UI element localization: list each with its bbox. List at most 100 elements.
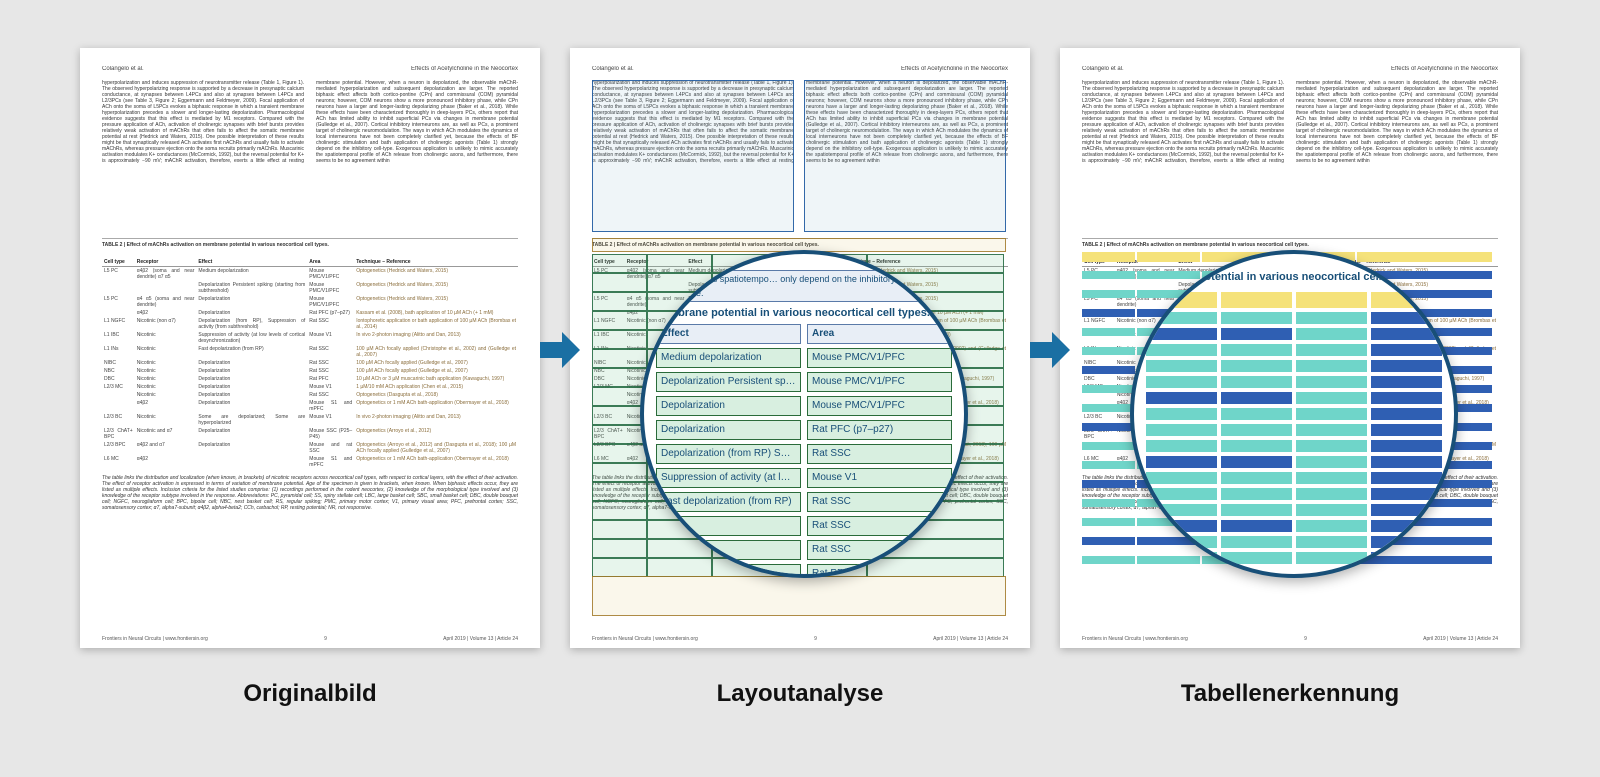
mag-table-cell — [656, 540, 801, 560]
table-row: L1 INsNicotinicFast depolarization (from… — [102, 345, 518, 359]
mag-recognized-cell — [1371, 488, 1442, 500]
mag-recognized-cell — [1146, 520, 1217, 532]
mag-table-cell — [656, 516, 801, 536]
mag-recognized-cell — [1221, 440, 1292, 452]
mag-recognized-cell — [1146, 328, 1217, 340]
mag-recognized-cell — [1146, 408, 1217, 420]
mag-table-cell: Depolarization (from RP) Suppression of … — [656, 444, 801, 464]
magnifier-caption: brane potential in various neocortical c… — [656, 306, 952, 320]
mag-recognized-cell — [1296, 376, 1367, 388]
table-row: L1 NGFCNicotinic (non α7)Depolarization … — [102, 317, 518, 331]
mag-recognized-cell — [1146, 472, 1217, 484]
mag-recognized-cell — [1146, 536, 1217, 548]
table-row: NBCNicotinicDepolarizationRat SSC100 µM … — [102, 367, 518, 375]
mag-recognized-cell — [1221, 408, 1292, 420]
mag-recognized-cell — [1221, 552, 1292, 564]
mag-recognized-cell — [1296, 472, 1367, 484]
table-row: L5 PCα4 α5 (soma and near dendrite)Depol… — [102, 295, 518, 309]
running-head-right: Effects of Acetylcholine in the Neocorte… — [411, 66, 518, 72]
footer-pageno: 9 — [324, 636, 327, 642]
mag-recognized-cell — [1221, 344, 1292, 356]
col-receptor: Receptor — [135, 258, 197, 267]
mag-recognized-cell — [1146, 360, 1217, 372]
mag-table-cell: Mouse PMC/V1/PFC — [807, 372, 952, 392]
mag-recognized-cell — [1371, 440, 1442, 452]
mag-recognized-cell — [1221, 424, 1292, 436]
mag-recognized-cell — [1221, 392, 1292, 404]
magnifier-content: for K+ is spatiotempo… only depend on th… — [644, 254, 964, 574]
table-row: L6 MCα4β2Mouse S1 and mPFCOptogenetics o… — [102, 455, 518, 469]
mag-recognized-cell — [1296, 440, 1367, 452]
mag-recognized-header — [1146, 292, 1217, 308]
mag-recognized-header — [1221, 292, 1292, 308]
mag-table-cell: Mouse PMC/V1/PFC — [807, 396, 952, 416]
mag-header-cell: Area — [807, 324, 952, 344]
magnifier-layout-analysis: for K+ is spatiotempo… only depend on th… — [640, 250, 968, 578]
mag-table-cell: Rat SSC — [807, 444, 952, 464]
mag-table-cell: Rat SSC — [807, 516, 952, 536]
mag-table-cell: Mouse V1 — [807, 468, 952, 488]
mag-overlay-top: for K+ is spatiotempo… only depend on th… — [680, 270, 928, 302]
col-cell-type: Cell type — [102, 258, 135, 267]
mag-table-cell: Fast depolarization (from RP) — [656, 492, 801, 512]
arrow-icon — [1030, 330, 1070, 370]
mag-recognized-cell — [1146, 456, 1217, 468]
mag-recognized-cell — [1296, 392, 1367, 404]
caption-original: Originalbild — [80, 680, 540, 708]
mag-recognized-cell — [1371, 392, 1442, 404]
page-footer: Frontiers in Neural Circuits | www.front… — [102, 636, 518, 642]
table-note: The table links the distribution and loc… — [102, 475, 518, 511]
table-row: Depolarization Persistent spiking (start… — [102, 281, 518, 295]
mag-table-cell: Depolarization — [656, 420, 801, 440]
mag-recognized-header — [1371, 292, 1442, 308]
mag-recognized-cell — [1146, 424, 1217, 436]
mag-recognized-cell — [1221, 488, 1292, 500]
col-technique: Technique – Reference — [354, 258, 518, 267]
mag-recognized-header — [1296, 292, 1367, 308]
table-row: L2/3 BPCα4β2 and α7DepolarizationMouse a… — [102, 441, 518, 455]
mag-recognized-cell — [1221, 472, 1292, 484]
mag-recognized-cell — [1221, 456, 1292, 468]
mag-recognized-cell — [1296, 536, 1367, 548]
mag-recognized-cell — [1221, 376, 1292, 388]
mag-recognized-cell — [1296, 408, 1367, 420]
table-2: Cell type Receptor Effect Area Technique… — [102, 258, 518, 469]
mag-table-cell: Suppression of activity (at low levels o… — [656, 468, 801, 488]
table-row: L1 IBCNicotinicSuppression of activity (… — [102, 331, 518, 345]
mag-header-cell: Effect — [656, 324, 801, 344]
running-head-left: Colangelo et al. — [102, 66, 144, 72]
caption-layout: Layoutanalyse — [570, 680, 1030, 708]
table-row: DBCNicotinicDepolarizationRat PFC10 µM A… — [102, 375, 518, 383]
mag-recognized-cell — [1296, 328, 1367, 340]
mag-recognized-cell — [1371, 328, 1442, 340]
mag-recognized-cell — [1146, 488, 1217, 500]
mag-recognized-cell — [1371, 376, 1442, 388]
col-effect: Effect — [196, 258, 307, 267]
mag-table-cell: Rat PFC (p7–p27) — [807, 420, 952, 440]
mag-recognized-cell — [1371, 552, 1442, 564]
magnifier-table-recognition: rane potential in various neocortical ce… — [1130, 250, 1458, 578]
table-row: α4β2DepolarizationRat PFC (p7–p27)Kassam… — [102, 309, 518, 317]
mag-recognized-cell — [1146, 392, 1217, 404]
arrow-icon — [540, 330, 580, 370]
col-area: Area — [307, 258, 354, 267]
mag-recognized-cell — [1221, 504, 1292, 516]
panel-original-image: Colangelo et al. Effects of Acetylcholin… — [80, 48, 540, 648]
mag-recognized-cell — [1221, 536, 1292, 548]
mag-recognized-cell — [1371, 408, 1442, 420]
mag-recognized-cell — [1296, 520, 1367, 532]
magnifier-content: rane potential in various neocortical ce… — [1134, 254, 1454, 574]
mag-table-cell: Depolarization — [656, 396, 801, 416]
mag-recognized-cell — [1296, 552, 1367, 564]
mag-recognized-cell — [1296, 424, 1367, 436]
mag-recognized-cell — [1146, 552, 1217, 564]
table-row: α4β2DepolarizationMouse S1 and mPFCOptog… — [102, 399, 518, 413]
mag-recognized-cell — [1146, 504, 1217, 516]
table-title: TABLE 2 | Effect of mAChRs activation on… — [102, 238, 518, 248]
table-row: NicotinicDepolarizationRat SSCOptogeneti… — [102, 391, 518, 399]
table-row: L2/3 ChAT+ BPCNicotinic and α7Depolariza… — [102, 427, 518, 441]
mag-recognized-cell — [1146, 440, 1217, 452]
body-two-column: hyperpolarization and induces suppressio… — [102, 80, 518, 230]
mag-recognized-cell — [1296, 504, 1367, 516]
mag-recognized-cell — [1371, 456, 1442, 468]
